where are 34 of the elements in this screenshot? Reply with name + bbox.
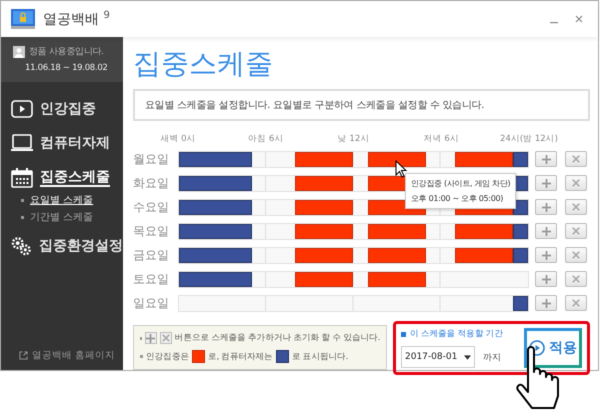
nav-item[interactable]: 집중환경설정 bbox=[11, 228, 123, 264]
homepage-link[interactable]: 열공백배 홈페이지 bbox=[32, 349, 115, 362]
axis-label: 아침 6시 bbox=[248, 133, 284, 145]
legend-text: 로 표시됩니다. bbox=[292, 350, 348, 362]
period-label: 이 스케줄을 적용할 기간 bbox=[410, 328, 503, 340]
license-period: 11.06.18 ~ 19.08.02 bbox=[24, 62, 109, 74]
day-label: 목요일 bbox=[133, 222, 170, 240]
legend-text: 인강집중은 bbox=[146, 350, 190, 362]
legend-text: 로, 컴퓨터자제는 bbox=[208, 350, 273, 362]
license-status: 정품 사용중입니다. bbox=[29, 46, 104, 58]
legend-text: 버튼으로 스케줄을 추가하거나 초기화 할 수 있습니다. bbox=[174, 332, 380, 344]
date-dropdown[interactable]: 2017-08-01 bbox=[401, 346, 475, 368]
apply-button[interactable]: 적용 bbox=[524, 328, 582, 368]
day-label: 토요일 bbox=[133, 270, 170, 288]
day-label: 수요일 bbox=[133, 198, 170, 216]
tooltip-title: 인강집중 (사이트, 게임 차단) bbox=[411, 178, 510, 189]
nav-item[interactable]: 인강집중 bbox=[11, 92, 123, 126]
day-label: 월요일 bbox=[133, 150, 170, 168]
nav-subitem[interactable]: 기간별 스케줄 bbox=[21, 210, 123, 224]
axis-label: 저녁 6시 bbox=[424, 133, 459, 145]
nav-subitem[interactable]: 요일별 스케줄 bbox=[21, 193, 123, 207]
day-label: 금요일 bbox=[133, 246, 170, 264]
nav-item[interactable]: 컴퓨터자제 bbox=[11, 126, 123, 160]
until-label: 까지 bbox=[483, 352, 501, 364]
axis-label: 낮 12시 bbox=[338, 133, 370, 145]
window-title: 열공백배 $^{9}$ bbox=[43, 10, 110, 28]
axis-label: 24시(밤 12시) bbox=[500, 133, 558, 145]
day-label: 일요일 bbox=[133, 294, 170, 312]
day-label: 화요일 bbox=[133, 174, 170, 192]
page-heading: 집중스케줄 bbox=[133, 46, 274, 82]
tooltip-time: 오후 01:00 ~ 오후 05:00) bbox=[411, 193, 504, 204]
axis-label: 새벽 0시 bbox=[160, 133, 196, 145]
description-box: 요일별 스케줄을 설정합니다. 요일별로 구분하여 스케줄을 설정할 수 있습니다. bbox=[133, 89, 590, 121]
nav-item[interactable]: 집중스케줄 bbox=[11, 160, 123, 196]
